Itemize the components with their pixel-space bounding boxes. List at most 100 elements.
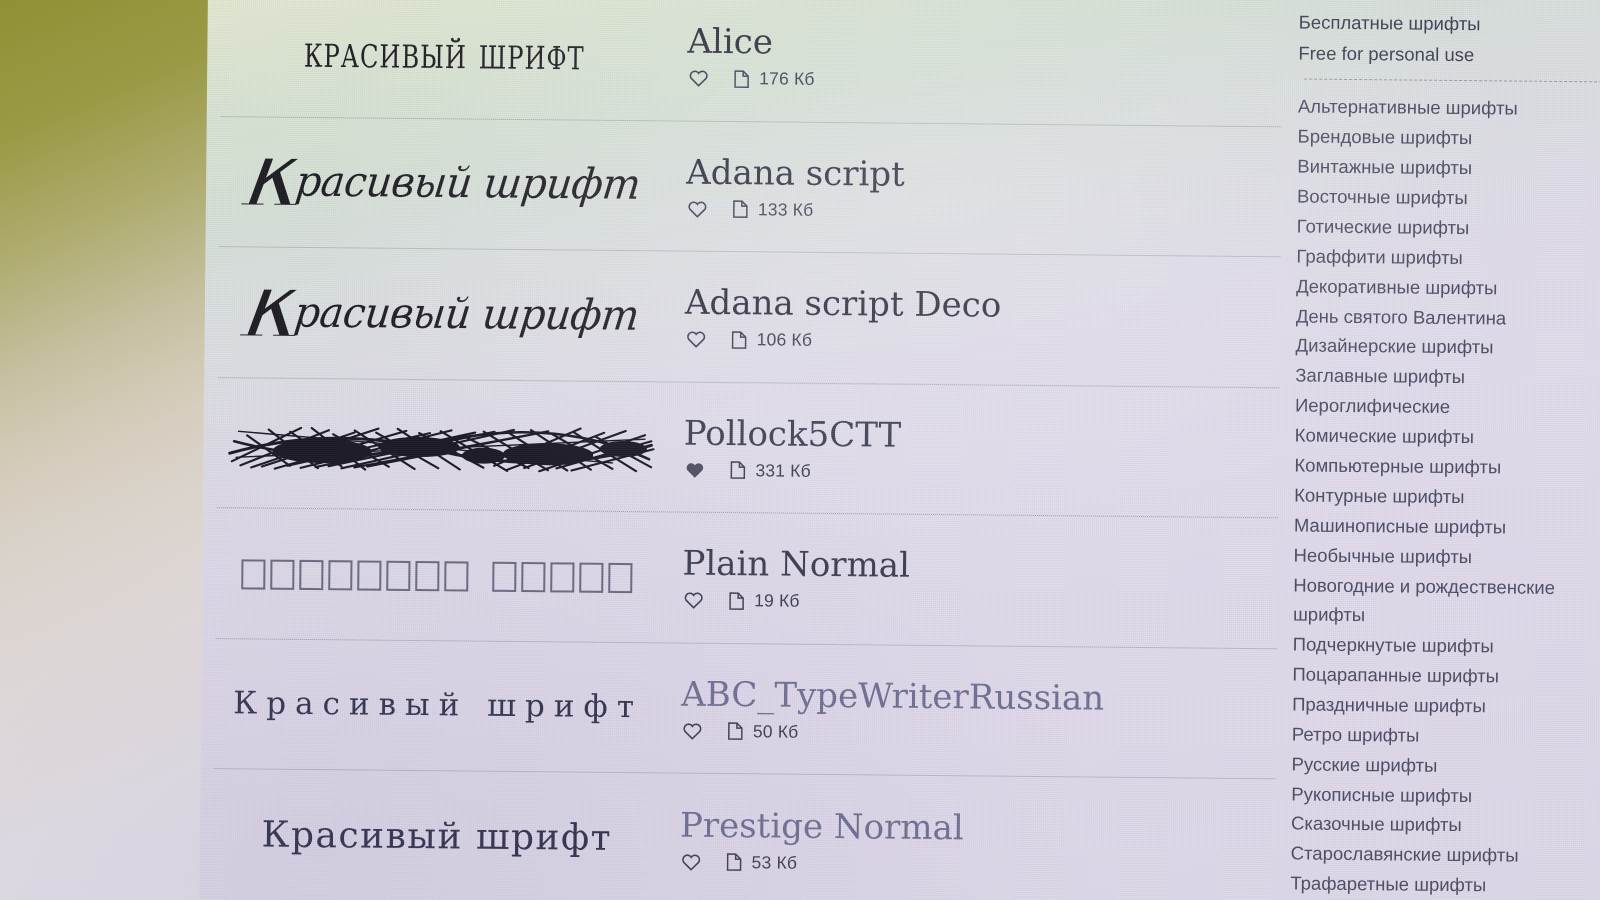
- tofu-box: [270, 559, 295, 590]
- heart-icon[interactable]: [681, 721, 703, 741]
- tofu-box: [579, 562, 604, 593]
- sidebar-item-typewriter[interactable]: Машинописные шрифты: [1294, 511, 1600, 544]
- font-file-size: 176 Кб: [759, 68, 815, 90]
- file-icon: [730, 69, 752, 89]
- sidebar-item-newyear-christmas[interactable]: Новогодние и рождественские шрифты: [1293, 571, 1600, 633]
- font-preview-capital: К: [236, 288, 314, 340]
- table-row[interactable]: Красивый шрифт ABC_TypeWriterRussian 50 …: [214, 638, 1277, 780]
- sidebar-item-oriental[interactable]: Восточные шрифты: [1297, 182, 1600, 215]
- font-meta-line: 19 Кб: [682, 590, 1259, 617]
- sidebar-item-decorative[interactable]: Декоративные шрифты: [1296, 272, 1600, 305]
- sidebar-item-free-fonts[interactable]: Бесплатные шрифты: [1299, 6, 1600, 40]
- font-size-group: 53 Кб: [723, 852, 797, 874]
- sidebar-item-valentines[interactable]: День святого Валентина: [1296, 301, 1600, 334]
- heart-icon[interactable]: [687, 68, 709, 88]
- font-meta: Adana script Deco 106 Кб: [657, 283, 1263, 356]
- font-file-size: 19 Кб: [754, 590, 800, 612]
- tofu-box: [386, 560, 411, 591]
- tofu-box: [299, 559, 324, 590]
- sidebar-item-comic[interactable]: Комические шрифты: [1295, 421, 1600, 454]
- font-name[interactable]: Adana script: [686, 152, 1263, 198]
- sidebar-item-designer[interactable]: Дизайнерские шрифты: [1295, 331, 1600, 364]
- sidebar-item-free-personal-use[interactable]: Free for personal use: [1298, 38, 1600, 72]
- tofu-box: [241, 559, 266, 590]
- sidebar-item-scratched[interactable]: Поцарапанные шрифты: [1292, 660, 1600, 693]
- sidebar-item-stencil[interactable]: Трафаретные шрифты: [1290, 869, 1599, 900]
- font-name[interactable]: Prestige Normal: [680, 805, 1257, 851]
- file-icon: [723, 852, 745, 872]
- browser-page: Красивый шрифт Alice 1: [199, 0, 1600, 900]
- font-preview[interactable]: Красивый шрифт: [222, 814, 652, 859]
- font-preview[interactable]: [225, 405, 656, 483]
- table-row[interactable]: Красивый шрифт Alice 1: [220, 0, 1283, 127]
- font-name[interactable]: ABC_TypeWriterRussian: [681, 674, 1258, 720]
- heart-icon[interactable]: [686, 199, 708, 219]
- font-meta: ABC_TypeWriterRussian 50 Кб: [653, 674, 1259, 747]
- font-name[interactable]: Pollock5CTT: [684, 413, 1261, 459]
- font-size-group: 331 Кб: [726, 460, 811, 482]
- tofu-box: [328, 560, 353, 591]
- file-icon: [729, 199, 751, 219]
- tofu-box: [415, 560, 440, 592]
- sidebar-item-underlined[interactable]: Подчеркнутые шрифты: [1293, 630, 1600, 663]
- tofu-box: [357, 560, 382, 591]
- font-preview[interactable]: Красивый шрифт: [227, 289, 657, 339]
- font-preview-text: Красивый шрифт: [233, 685, 644, 726]
- font-preview-text: Красивый шрифт: [261, 814, 613, 859]
- sidebar-item-unusual[interactable]: Необычные шрифты: [1293, 541, 1600, 574]
- font-preview-scribble: [228, 427, 655, 473]
- sidebar-item-old-slavonic[interactable]: Старославянские шрифты: [1291, 839, 1600, 872]
- font-name[interactable]: Plain Normal: [682, 544, 1259, 590]
- sidebar-item-fairytale[interactable]: Сказочные шрифты: [1291, 809, 1600, 842]
- font-meta: Adana script 133 Кб: [658, 152, 1264, 225]
- font-meta-line: 133 Кб: [686, 198, 1263, 225]
- table-row[interactable]: Красивый шрифт Prestige Normal 53 Кб: [213, 769, 1275, 900]
- font-size-group: 176 Кб: [730, 68, 815, 90]
- photograph-of-screen: Красивый шрифт Alice 1: [0, 0, 1600, 900]
- table-row[interactable]: Красивый шрифт Adana script 133 Кб: [219, 116, 1282, 258]
- font-preview[interactable]: Красивый шрифт: [223, 685, 653, 726]
- sidebar-item-retro[interactable]: Ретро шрифты: [1292, 720, 1600, 753]
- heart-filled-icon[interactable]: [683, 460, 705, 480]
- font-meta: Pollock5CTT 331 Кб: [655, 413, 1261, 486]
- heart-icon[interactable]: [685, 329, 707, 349]
- sidebar-item-hieroglyphic[interactable]: Иероглифические: [1295, 391, 1600, 424]
- font-name[interactable]: Alice: [687, 22, 1264, 68]
- sidebar-item-graffiti[interactable]: Граффити шрифты: [1296, 242, 1600, 275]
- tofu-space: [473, 561, 487, 591]
- font-preview[interactable]: [224, 556, 654, 594]
- font-meta-line: 176 Кб: [687, 68, 1264, 95]
- category-sidebar: Бесплатные шрифты Free for personal use …: [1274, 0, 1600, 900]
- sidebar-item-computer[interactable]: Компьютерные шрифты: [1294, 451, 1600, 484]
- sidebar-item-capital[interactable]: Заглавные шрифты: [1295, 361, 1600, 394]
- font-name[interactable]: Adana script Deco: [685, 283, 1262, 329]
- sidebar-divider: [1304, 78, 1600, 83]
- heart-icon[interactable]: [680, 852, 702, 872]
- font-file-size: 106 Кб: [756, 329, 813, 351]
- font-preview[interactable]: Красивый шрифт: [228, 158, 658, 208]
- sidebar-item-handwritten[interactable]: Рукописные шрифты: [1291, 779, 1600, 812]
- sidebar-item-gothic[interactable]: Готические шрифты: [1297, 212, 1600, 245]
- font-meta-line: 106 Кб: [685, 329, 1262, 356]
- font-list: Красивый шрифт Alice 1: [199, 0, 1283, 900]
- tofu-box: [550, 562, 575, 593]
- sidebar-item-outline[interactable]: Контурные шрифты: [1294, 481, 1600, 514]
- font-preview-text: Красивый шрифт: [237, 158, 643, 209]
- font-size-group: 106 Кб: [728, 329, 813, 351]
- heart-icon[interactable]: [682, 590, 704, 610]
- font-preview[interactable]: Красивый шрифт: [229, 29, 659, 76]
- font-preview-rest: расивый шрифт: [292, 288, 642, 340]
- font-meta-line: 53 Кб: [680, 851, 1257, 878]
- tofu-box: [492, 561, 517, 592]
- sidebar-item-alternative[interactable]: Альтернативные шрифты: [1298, 92, 1600, 125]
- sidebar-item-festive[interactable]: Праздничные шрифты: [1292, 690, 1600, 723]
- table-row[interactable]: Pollock5CTT 331 Кб: [216, 377, 1280, 519]
- sidebar-item-vintage[interactable]: Винтажные шрифты: [1297, 152, 1600, 185]
- sidebar-item-brand[interactable]: Брендовые шрифты: [1297, 122, 1600, 155]
- table-row[interactable]: Plain Normal 19 Кб: [215, 508, 1278, 649]
- font-preview-rest: расивый шрифт: [293, 158, 643, 209]
- font-preview-capital: К: [237, 158, 315, 209]
- file-icon: [728, 330, 750, 350]
- table-row[interactable]: Красивый шрифт Adana script Deco 106 Кб: [218, 247, 1281, 388]
- sidebar-item-russian[interactable]: Русские шрифты: [1291, 750, 1600, 783]
